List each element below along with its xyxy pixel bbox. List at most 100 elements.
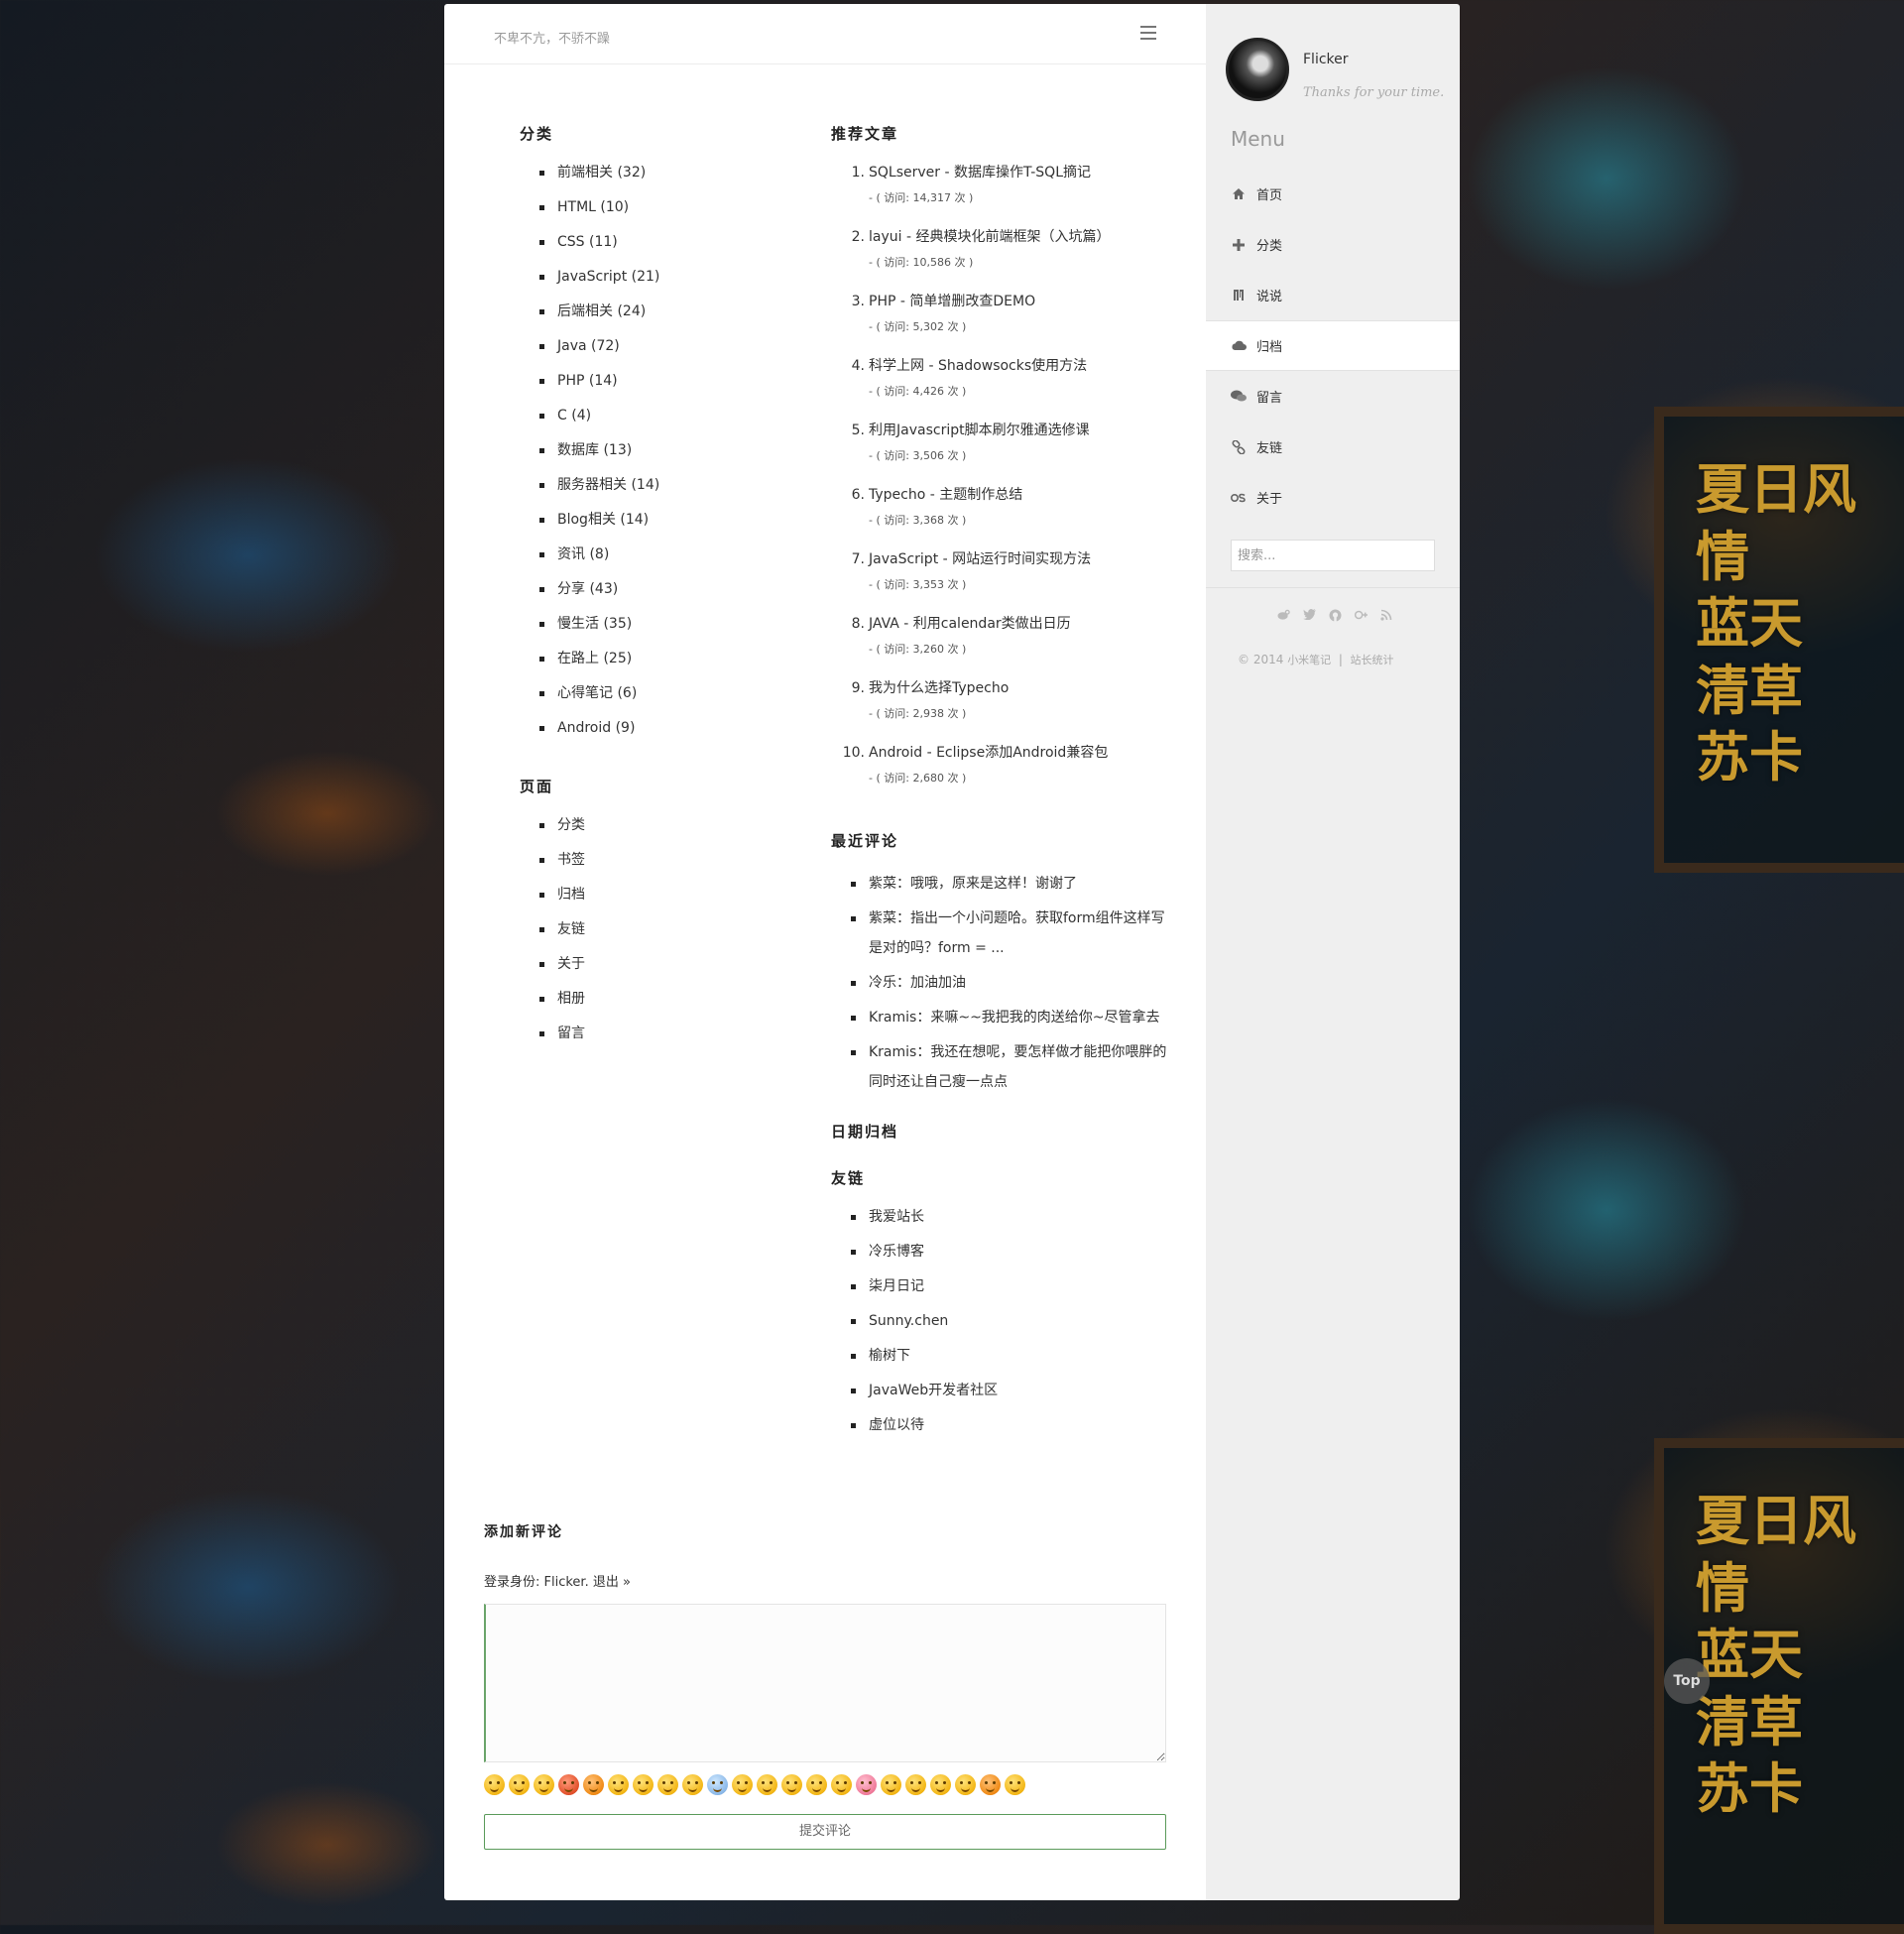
article-link[interactable]: PHP - 简单增删改查DEMO xyxy=(869,291,1168,312)
emoji-icon[interactable] xyxy=(633,1774,654,1795)
emoji-icon[interactable] xyxy=(806,1774,827,1795)
emoji-icon[interactable] xyxy=(558,1774,579,1795)
category-item[interactable]: 前端相关 (32) xyxy=(539,162,787,196)
comment-item[interactable]: Kramis：我还在想呢，要怎样做才能把你喂胖的同时还让自己瘦一点点 xyxy=(851,1037,1168,1097)
friend-link[interactable]: 我爱站长 xyxy=(851,1206,1168,1241)
comment-textarea[interactable] xyxy=(484,1604,1166,1762)
emoji-icon[interactable] xyxy=(757,1774,777,1795)
category-item[interactable]: 服务器相关 (14) xyxy=(539,474,787,509)
nav-item-home[interactable]: 首页 xyxy=(1206,169,1460,219)
friend-link[interactable]: 冷乐博客 xyxy=(851,1241,1168,1275)
recommended-item: 2. layui - 经典模块化前端框架（入坑篇） - ( 访问: 10,586 次… xyxy=(841,226,1168,291)
category-item[interactable]: Blog相关 (14) xyxy=(539,509,787,544)
emoji-icon[interactable] xyxy=(732,1774,753,1795)
nav-item-about[interactable]: 关于 xyxy=(1206,472,1460,523)
rss-icon[interactable] xyxy=(1380,609,1393,622)
page-link[interactable]: 相册 xyxy=(539,988,787,1023)
copyright: © 2014 小米笔记 | 站长统计 xyxy=(1238,653,1394,666)
comment-text: ：哦哦，原来是这样！谢谢了 xyxy=(896,876,1077,892)
avatar[interactable] xyxy=(1226,38,1289,101)
category-item[interactable]: 数据库 (13) xyxy=(539,439,787,474)
emoji-icon[interactable] xyxy=(608,1774,629,1795)
friend-link[interactable]: JavaWeb开发者社区 xyxy=(851,1380,1168,1414)
category-item[interactable]: 后端相关 (24) xyxy=(539,301,787,335)
comment-item[interactable]: 紫菜：哦哦，原来是这样！谢谢了 xyxy=(851,869,1168,899)
recent-comments-heading: 最近评论 xyxy=(831,832,899,850)
emoji-icon[interactable] xyxy=(905,1774,926,1795)
site-name-link[interactable]: 小米笔记 xyxy=(1287,654,1331,666)
nav-label: 说说 xyxy=(1256,290,1283,304)
page-link[interactable]: 归档 xyxy=(539,884,787,918)
search-input[interactable] xyxy=(1231,540,1435,571)
plus-icon xyxy=(1231,237,1247,253)
emoji-icon[interactable] xyxy=(484,1774,505,1795)
github-icon[interactable] xyxy=(1329,609,1342,622)
stats-link[interactable]: 站长统计 xyxy=(1351,654,1394,666)
article-link[interactable]: Android - Eclipse添加Android兼容包 xyxy=(869,742,1168,764)
emoji-icon[interactable] xyxy=(831,1774,852,1795)
emoji-icon[interactable] xyxy=(707,1774,728,1795)
category-item[interactable]: CSS (11) xyxy=(539,231,787,266)
category-item[interactable]: C (4) xyxy=(539,405,787,439)
friend-link[interactable]: 虚位以待 xyxy=(851,1414,1168,1449)
category-item[interactable]: PHP (14) xyxy=(539,370,787,405)
emoji-icon[interactable] xyxy=(881,1774,901,1795)
emoji-icon[interactable] xyxy=(583,1774,604,1795)
hamburger-menu-icon[interactable] xyxy=(1140,26,1156,40)
emoji-icon[interactable] xyxy=(1005,1774,1025,1795)
comment-author: Kramis xyxy=(869,1044,917,1060)
twitter-icon[interactable] xyxy=(1303,609,1316,622)
submit-comment-button[interactable]: 提交评论 xyxy=(484,1814,1166,1850)
comment-item[interactable]: 冷乐：加油加油 xyxy=(851,968,1168,998)
login-user-link[interactable]: Flicker xyxy=(544,1575,585,1590)
page-link[interactable]: 分类 xyxy=(539,814,787,849)
article-link[interactable]: 科学上网 - Shadowsocks使用方法 xyxy=(869,355,1168,377)
comment-item[interactable]: Kramis：来嘛~~我把我的肉送给你~尽管拿去 xyxy=(851,1003,1168,1032)
category-item[interactable]: JavaScript (21) xyxy=(539,266,787,301)
weibo-icon[interactable] xyxy=(1277,609,1290,622)
category-item[interactable]: 资讯 (8) xyxy=(539,544,787,578)
nav-item-archive[interactable]: 归档 xyxy=(1206,320,1460,371)
article-link[interactable]: 我为什么选择Typecho xyxy=(869,677,1168,699)
google-plus-icon[interactable] xyxy=(1355,609,1368,622)
date-archive-heading[interactable]: 日期归档 xyxy=(831,1121,1168,1142)
comment-item[interactable]: 紫菜：指出一个小问题哈。获取form组件这样写是对的吗？form = ... xyxy=(851,904,1168,963)
emoji-icon[interactable] xyxy=(534,1774,554,1795)
author-motto: Thanks for your time. xyxy=(1303,85,1445,100)
article-link[interactable]: Typecho - 主题制作总结 xyxy=(869,484,1168,506)
emoji-icon[interactable] xyxy=(657,1774,678,1795)
category-item[interactable]: 在路上 (25) xyxy=(539,648,787,682)
article-link[interactable]: SQLserver - 数据库操作T-SQL摘记 xyxy=(869,162,1168,183)
emoji-icon[interactable] xyxy=(980,1774,1001,1795)
emoji-icon[interactable] xyxy=(781,1774,802,1795)
category-item[interactable]: 慢生活 (35) xyxy=(539,613,787,648)
category-item[interactable]: 心得笔记 (6) xyxy=(539,682,787,717)
page-link[interactable]: 友链 xyxy=(539,918,787,953)
social-links xyxy=(1277,609,1393,622)
page-link[interactable]: 关于 xyxy=(539,953,787,988)
emoji-icon[interactable] xyxy=(955,1774,976,1795)
friend-link[interactable]: 柒月日记 xyxy=(851,1275,1168,1310)
article-link[interactable]: 利用Javascript脚本刷尔雅通选修课 xyxy=(869,420,1168,441)
article-link[interactable]: layui - 经典模块化前端框架（入坑篇） xyxy=(869,226,1168,248)
emoji-icon[interactable] xyxy=(856,1774,877,1795)
page-link[interactable]: 书签 xyxy=(539,849,787,884)
category-item[interactable]: Java (72) xyxy=(539,335,787,370)
emoji-icon[interactable] xyxy=(682,1774,703,1795)
category-item[interactable]: Android (9) xyxy=(539,717,787,752)
page-link[interactable]: 留言 xyxy=(539,1023,787,1057)
emoji-icon[interactable] xyxy=(509,1774,530,1795)
nav-item-category[interactable]: 分类 xyxy=(1206,219,1460,270)
nav-item-guestbook[interactable]: 留言 xyxy=(1206,371,1460,422)
nav-item-talk[interactable]: 说说 xyxy=(1206,270,1460,320)
category-item[interactable]: HTML (10) xyxy=(539,196,787,231)
emoji-icon[interactable] xyxy=(930,1774,951,1795)
article-link[interactable]: JAVA - 利用calendar类做出日历 xyxy=(869,613,1168,635)
logout-link[interactable]: 退出 » xyxy=(593,1575,631,1590)
back-to-top-button[interactable]: Top xyxy=(1664,1658,1710,1704)
friend-link[interactable]: Sunny.chen xyxy=(851,1310,1168,1345)
friend-link[interactable]: 榆树下 xyxy=(851,1345,1168,1380)
article-link[interactable]: JavaScript - 网站运行时间实现方法 xyxy=(869,548,1168,570)
nav-item-links[interactable]: 友链 xyxy=(1206,422,1460,472)
category-item[interactable]: 分享 (43) xyxy=(539,578,787,613)
